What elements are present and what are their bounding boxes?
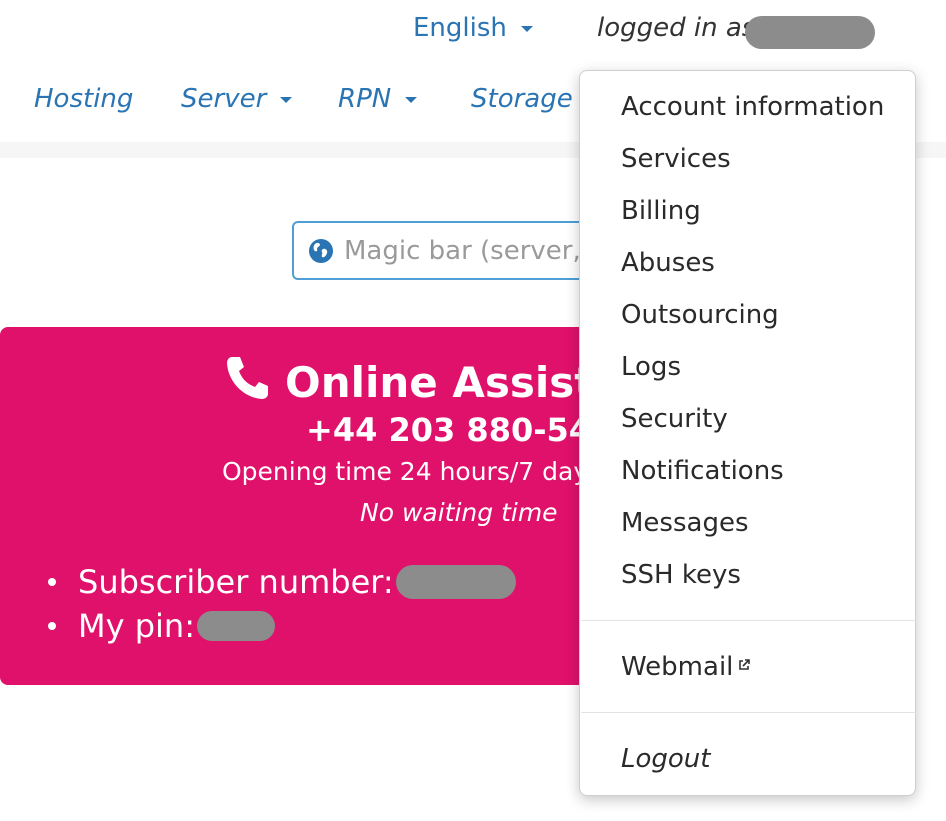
pin-item: My pin: [48, 604, 516, 648]
menu-item-ssh-keys[interactable]: SSH keys [621, 560, 741, 590]
nav-item-hosting[interactable]: Hosting [34, 84, 133, 114]
menu-divider [581, 620, 916, 621]
nav-item-rpn[interactable]: RPN [338, 84, 418, 114]
subscriber-info-list: Subscriber number: My pin: [48, 560, 516, 648]
redacted-username[interactable] [745, 16, 875, 49]
bullet-icon [48, 578, 56, 586]
bullet-icon [48, 622, 56, 630]
chevron-down-icon [280, 96, 293, 103]
language-selector[interactable]: English [413, 13, 533, 43]
subscriber-number-item: Subscriber number: [48, 560, 516, 604]
webmail-label: Webmail [621, 652, 734, 682]
nav-item-label: RPN [338, 84, 392, 114]
menu-item-logout[interactable]: Logout [621, 744, 710, 774]
chevron-down-icon [405, 96, 418, 103]
menu-item-notifications[interactable]: Notifications [621, 456, 784, 486]
nav-item-server[interactable]: Server [181, 84, 293, 114]
external-link-icon [739, 659, 751, 670]
language-label: English [413, 13, 507, 43]
menu-item-security[interactable]: Security [621, 404, 728, 434]
menu-item-account-information[interactable]: Account information [621, 92, 884, 122]
nav-item-label: Server [181, 84, 267, 114]
chevron-down-icon [520, 25, 533, 32]
menu-item-billing[interactable]: Billing [621, 196, 701, 226]
logged-in-label: logged in as [597, 13, 756, 43]
globe-icon [309, 239, 333, 263]
assistance-hours: Opening time 24 hours/7 days [222, 457, 602, 486]
menu-item-abuses[interactable]: Abuses [621, 248, 715, 278]
pin-label: My pin: [78, 607, 195, 645]
subscriber-number-label: Subscriber number: [78, 563, 394, 601]
nav-item-label: Storage [471, 84, 573, 114]
account-dropdown-menu: Account information Services Billing Abu… [579, 70, 916, 796]
menu-item-logs[interactable]: Logs [621, 352, 681, 382]
assistance-wait-time: No waiting time [360, 498, 558, 527]
menu-divider [581, 712, 916, 713]
redacted-subscriber-number [395, 565, 516, 599]
nav-item-label: Hosting [34, 84, 134, 114]
menu-item-outsourcing[interactable]: Outsourcing [621, 300, 779, 330]
menu-item-messages[interactable]: Messages [621, 508, 749, 538]
phone-icon [227, 357, 268, 399]
menu-item-services[interactable]: Services [621, 144, 731, 174]
menu-item-webmail[interactable]: Webmail [621, 652, 751, 682]
redacted-pin [196, 611, 275, 641]
